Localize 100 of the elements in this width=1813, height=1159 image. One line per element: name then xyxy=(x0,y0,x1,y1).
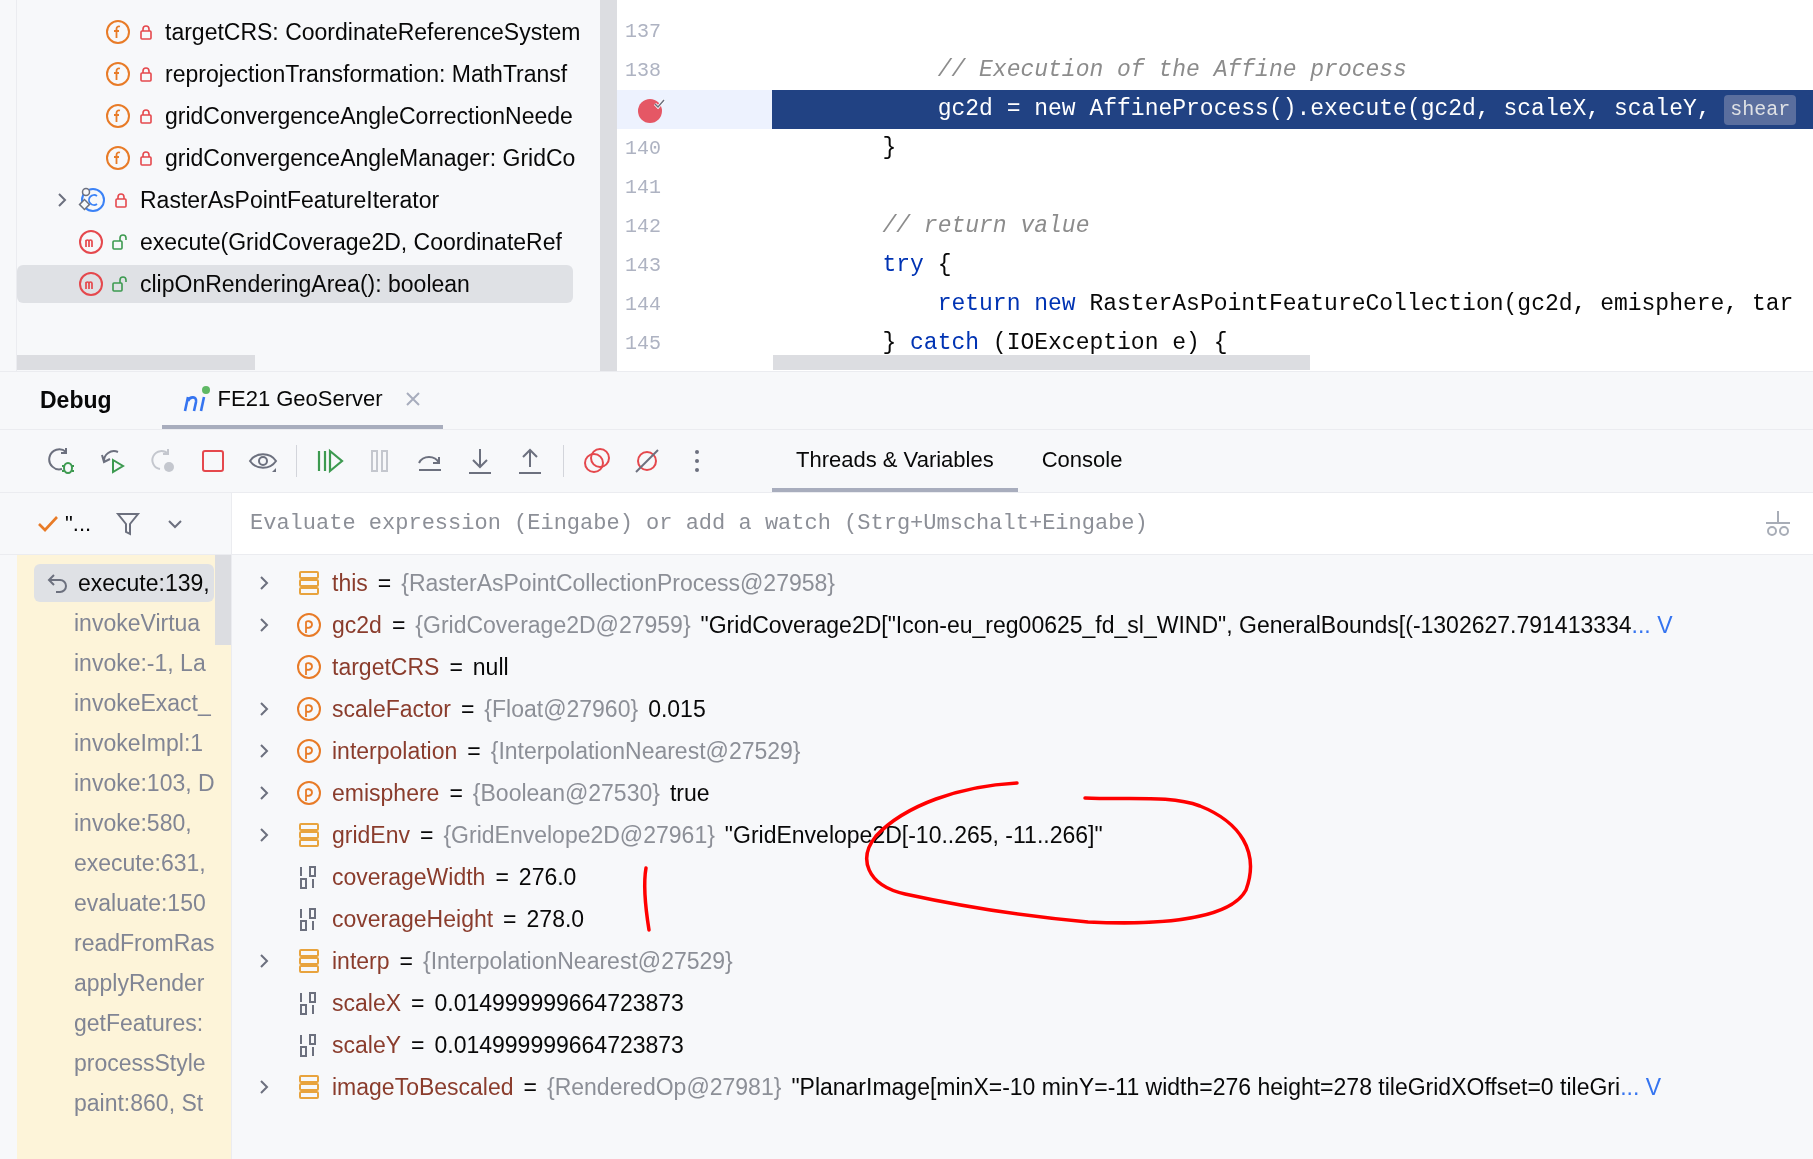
line-number: 138 xyxy=(625,57,661,84)
variable-type: {InterpolationNearest@27529} xyxy=(423,946,733,976)
variable-name: emisphere xyxy=(332,778,440,808)
line-number: 140 xyxy=(625,135,661,162)
stack-frame[interactable]: processStyle xyxy=(34,1044,214,1082)
stack-frame[interactable]: paint:860, St xyxy=(34,1084,214,1122)
code-text: return new xyxy=(936,290,1076,320)
stack-frame[interactable]: invoke:103, D xyxy=(34,764,214,802)
stack-frame[interactable]: applyRender xyxy=(34,964,214,1002)
horizontal-scrollbar[interactable] xyxy=(17,355,255,370)
variable-value: 0.015 xyxy=(648,694,706,724)
parameter-icon xyxy=(296,654,322,680)
variable-value: 276.0 xyxy=(518,862,577,892)
equals-sign: = xyxy=(377,568,392,598)
variable-name: scaleY xyxy=(332,1030,402,1060)
variable-name: this xyxy=(332,568,368,598)
code-text: } xyxy=(881,329,898,354)
session-tab[interactable]: FE21 GeoServer xyxy=(161,382,443,429)
stack-frame[interactable]: invoke:-1, La xyxy=(34,644,214,682)
variable-name: coverageWidth xyxy=(332,862,486,892)
equals-sign: = xyxy=(391,610,406,640)
equals-sign: = xyxy=(503,904,517,934)
structure-item[interactable]: gridConvergenceAngleCorrectionNeede xyxy=(17,97,573,135)
parameter-hint: shear xyxy=(1724,94,1797,125)
stack-frame[interactable]: invoke:580, xyxy=(34,804,214,842)
class-icon xyxy=(78,186,106,214)
stack-frame[interactable]: readFromRas xyxy=(34,924,214,962)
equals-sign: = xyxy=(411,988,425,1018)
code-text: catch xyxy=(910,329,980,354)
equals-sign: = xyxy=(411,1030,425,1060)
structure-item[interactable]: clipOnRenderingArea(): boolean xyxy=(17,265,573,303)
variable-type: {Float@27960} xyxy=(484,694,639,724)
field-icon xyxy=(105,103,131,129)
return-arrow-icon xyxy=(46,572,70,594)
stack-frame[interactable]: execute:631, xyxy=(34,844,214,882)
item-label: RasterAsPointFeatureIterator xyxy=(140,185,440,215)
field-icon xyxy=(105,145,131,171)
variable-name: scaleX xyxy=(332,988,402,1018)
view-link[interactable]: ... V xyxy=(1631,607,1673,643)
equals-sign: = xyxy=(449,652,463,682)
resume-icon[interactable] xyxy=(315,446,345,476)
filter-icon[interactable] xyxy=(115,510,142,537)
structure-item[interactable]: RasterAsPointFeatureIterator xyxy=(17,181,573,219)
variable-type: {RenderedOp@27981} xyxy=(547,1072,782,1102)
variable-type: {Boolean@27530} xyxy=(472,778,660,808)
view-tab[interactable]: Console xyxy=(1017,430,1147,492)
method-icon xyxy=(78,229,104,255)
code-text: { xyxy=(936,251,952,281)
equals-sign: = xyxy=(449,778,463,808)
item-label: clipOnRenderingArea(): boolean xyxy=(140,269,470,299)
structure-item[interactable]: reprojectionTransformation: MathTransf xyxy=(17,55,573,93)
item-label: execute(GridCoverage2D, CoordinateRef xyxy=(140,227,562,257)
code-text: (IOException e) { xyxy=(991,329,1228,354)
line-number: 137 xyxy=(625,18,661,45)
equals-sign: = xyxy=(523,1072,537,1102)
code-text: // Execution of the Affine process xyxy=(936,56,1407,86)
code-text: try xyxy=(881,251,924,281)
variable-name: gridEnv xyxy=(332,820,410,850)
field-stack-icon xyxy=(296,570,322,596)
vertical-scrollbar[interactable] xyxy=(215,555,231,645)
stack-frame[interactable]: evaluate:150 xyxy=(34,884,214,922)
item-label: targetCRS: CoordinateReferenceSystem xyxy=(165,17,581,47)
view-link[interactable]: ... V xyxy=(1620,1069,1662,1105)
method-icon xyxy=(78,271,104,297)
vertical-scrollbar[interactable] xyxy=(600,0,617,371)
variable-name: interpolation xyxy=(332,736,458,766)
item-label: gridConvergenceAngleManager: GridCo xyxy=(165,143,576,173)
code-text: RasterAsPointFeatureCollection(gc2d, emisphere, tar xyxy=(1088,290,1794,320)
panel-title: Debug xyxy=(40,385,112,415)
watch-field[interactable]: Evaluate expression (Eingabe) or add a watch (Strg+Umschalt+Eingabe) xyxy=(232,493,1813,554)
thread-selector[interactable]: "... xyxy=(65,507,92,540)
structure-item[interactable]: execute(GridCoverage2D, CoordinateRef xyxy=(17,223,573,261)
parameter-icon xyxy=(296,738,322,764)
annotation-stroke-drawing xyxy=(642,866,651,932)
field-stack-icon xyxy=(296,1074,322,1100)
code-text: gc2d = new AffineProcess().execute(gc2d, scaleX, scaleY, xyxy=(936,95,1712,125)
horizontal-scrollbar[interactable] xyxy=(773,355,1310,370)
stack-frame[interactable]: invokeVirtua xyxy=(34,604,214,642)
item-label: reprojectionTransformation: MathTransf xyxy=(165,59,568,89)
stack-frame[interactable]: getFeatures: xyxy=(34,1004,214,1042)
variable-name: imageToBescaled xyxy=(332,1072,514,1102)
stack-frame[interactable]: invokeImpl:1 xyxy=(34,724,214,762)
variable-name: gc2d xyxy=(332,610,382,640)
stack-frame[interactable]: invokeExact_ xyxy=(34,684,214,722)
variable-value: "GridCoverage2D["Icon-eu_reg00625_fd_sl_WIND", GeneralBounds[(-1302627.791413334 xyxy=(700,610,1632,640)
breakpoints-icon[interactable] xyxy=(582,446,612,476)
line-number: 142 xyxy=(625,213,661,240)
variable-value: "PlanarImage[minX=-10 minY=-11 width=276 height=278 tileGridXOffset=0 tileGri xyxy=(791,1072,1621,1102)
variable-value: 0.014999999664723873 xyxy=(434,988,684,1018)
equals-sign: = xyxy=(467,736,481,766)
variable-type: {GridCoverage2D@27959} xyxy=(415,610,691,640)
equals-sign: = xyxy=(495,862,509,892)
stack-frame[interactable]: execute:139, xyxy=(34,564,214,602)
field-icon xyxy=(105,19,131,45)
parameter-icon xyxy=(296,696,322,722)
structure-item[interactable]: gridConvergenceAngleManager: GridCo xyxy=(17,139,573,177)
variable-type: {InterpolationNearest@27529} xyxy=(490,736,801,766)
field-stack-icon xyxy=(296,948,322,974)
equals-sign: = xyxy=(399,946,413,976)
field-stack-icon xyxy=(296,822,322,848)
